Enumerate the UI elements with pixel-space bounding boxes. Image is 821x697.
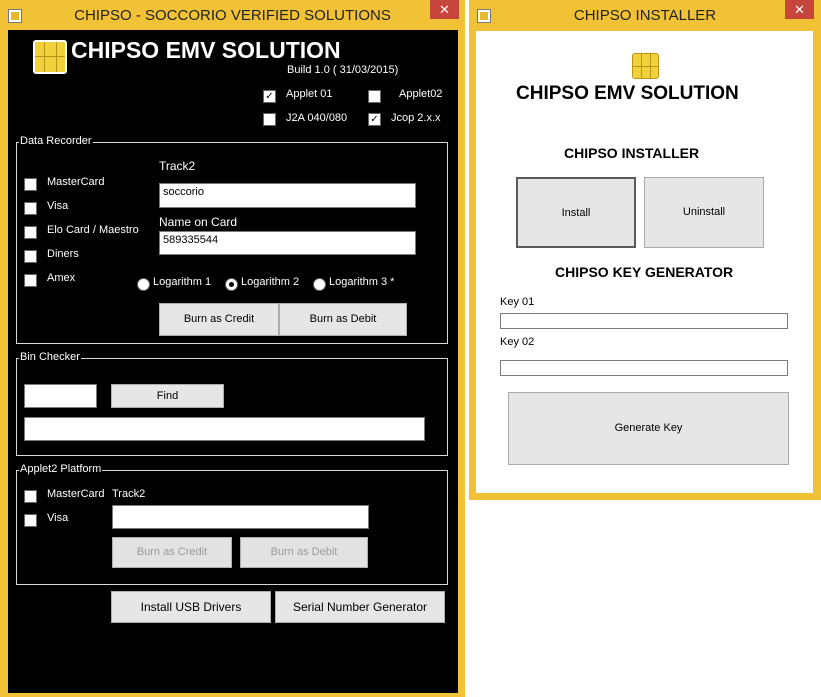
key02-input[interactable]	[500, 360, 788, 376]
bin-result-field[interactable]	[24, 417, 425, 441]
visa-checkbox[interactable]	[24, 202, 37, 215]
installer-close-button[interactable]: ✕	[785, 0, 814, 19]
bin-checker-title: Bin Checker	[19, 351, 81, 363]
applet2-burn-debit-button[interactable]: Burn as Debit	[240, 537, 368, 568]
uninstall-button[interactable]: Uninstall	[644, 177, 764, 248]
jcop-checkbox[interactable]: ✓	[368, 113, 381, 126]
logarithm1-radio[interactable]	[137, 278, 150, 291]
installer-titlebar[interactable]: CHIPSO INSTALLER ✕	[469, 0, 821, 30]
key02-label: Key 02	[500, 336, 535, 348]
installer-window: CHIPSO INSTALLER ✕ CHIPSO EMV SOLUTION C…	[469, 0, 821, 500]
elo-maestro-checkbox[interactable]	[24, 226, 37, 239]
applet2-visa-checkbox[interactable]	[24, 514, 37, 527]
applet01-checkbox[interactable]: ✓	[263, 90, 276, 103]
install-button[interactable]: Install	[516, 177, 636, 248]
main-window: CHIPSO - SOCCORIO VERIFIED SOLUTIONS ✕ C…	[0, 0, 465, 697]
burn-debit-button[interactable]: Burn as Debit	[279, 303, 407, 336]
applet2-burn-credit-button[interactable]: Burn as Credit	[112, 537, 232, 568]
main-close-button[interactable]: ✕	[430, 0, 459, 19]
key01-label: Key 01	[500, 296, 535, 308]
applet02-label: Applet02	[399, 88, 443, 100]
logarithm1-label: Logarithm 1	[153, 276, 212, 288]
elo-maestro-label: Elo Card / Maestro	[47, 224, 139, 236]
serial-number-generator-button[interactable]: Serial Number Generator	[275, 591, 445, 623]
data-recorder-title: Data Recorder	[19, 135, 93, 147]
diners-label: Diners	[47, 248, 79, 260]
applet2-platform-group: Applet2 Platform MasterCard Visa Track2 …	[16, 463, 448, 585]
installer-client-area: CHIPSO EMV SOLUTION CHIPSO INSTALLER Ins…	[476, 31, 813, 493]
mastercard-checkbox[interactable]	[24, 178, 37, 191]
find-button[interactable]: Find	[111, 384, 224, 408]
jcop-label: Jcop 2.x.x	[391, 112, 441, 124]
amex-checkbox[interactable]	[24, 274, 37, 287]
visa-label: Visa	[47, 200, 69, 212]
applet02-checkbox[interactable]	[368, 90, 381, 103]
applet2-visa-label: Visa	[47, 512, 69, 524]
applet01-label: Applet 01	[286, 88, 333, 100]
track2-input[interactable]: soccorio	[159, 183, 416, 208]
main-window-title: CHIPSO - SOCCORIO VERIFIED SOLUTIONS	[74, 7, 391, 24]
installer-chip-icon	[632, 53, 659, 79]
bin-input[interactable]	[24, 384, 97, 408]
installer-heading: CHIPSO INSTALLER	[564, 145, 700, 161]
main-client-area: CHIPSO EMV SOLUTION Build 1.0 ( 31/03/20…	[8, 30, 458, 693]
track2-label: Track2	[159, 159, 196, 173]
burn-credit-button[interactable]: Burn as Credit	[159, 303, 279, 336]
j2a-label: J2A 040/080	[286, 112, 348, 124]
amex-label: Amex	[47, 272, 76, 284]
keygen-heading: CHIPSO KEY GENERATOR	[555, 264, 734, 280]
applet2-mastercard-label: MasterCard	[47, 488, 105, 500]
generate-key-button[interactable]: Generate Key	[508, 392, 789, 465]
installer-app-title: CHIPSO EMV SOLUTION	[516, 83, 739, 104]
installer-window-title: CHIPSO INSTALLER	[573, 7, 717, 24]
logarithm2-radio[interactable]	[225, 278, 238, 291]
j2a-checkbox[interactable]	[263, 113, 276, 126]
name-on-card-label: Name on Card	[159, 215, 238, 229]
bin-checker-group: Bin Checker Find	[16, 351, 448, 456]
logarithm2-label: Logarithm 2	[241, 276, 300, 288]
logarithm3-radio[interactable]	[313, 278, 326, 291]
install-usb-drivers-button[interactable]: Install USB Drivers	[111, 591, 271, 623]
applet2-platform-title: Applet2 Platform	[19, 463, 103, 475]
key01-input[interactable]	[500, 313, 788, 329]
applet2-mastercard-checkbox[interactable]	[24, 490, 37, 503]
diners-checkbox[interactable]	[24, 250, 37, 263]
name-on-card-input[interactable]: 589335544	[159, 231, 416, 255]
applet2-track2-label: Track2	[112, 488, 146, 500]
data-recorder-group: Data Recorder MasterCard Visa Elo Card /…	[16, 135, 448, 344]
logarithm3-label: Logarithm 3 *	[329, 276, 395, 288]
build-label: Build 1.0 ( 31/03/2015)	[287, 64, 399, 76]
main-titlebar[interactable]: CHIPSO - SOCCORIO VERIFIED SOLUTIONS ✕	[0, 0, 465, 30]
mastercard-label: MasterCard	[47, 176, 105, 188]
app-title: CHIPSO EMV SOLUTION	[71, 37, 341, 63]
chip-logo-icon	[33, 40, 67, 74]
applet2-track2-input[interactable]	[112, 505, 369, 529]
